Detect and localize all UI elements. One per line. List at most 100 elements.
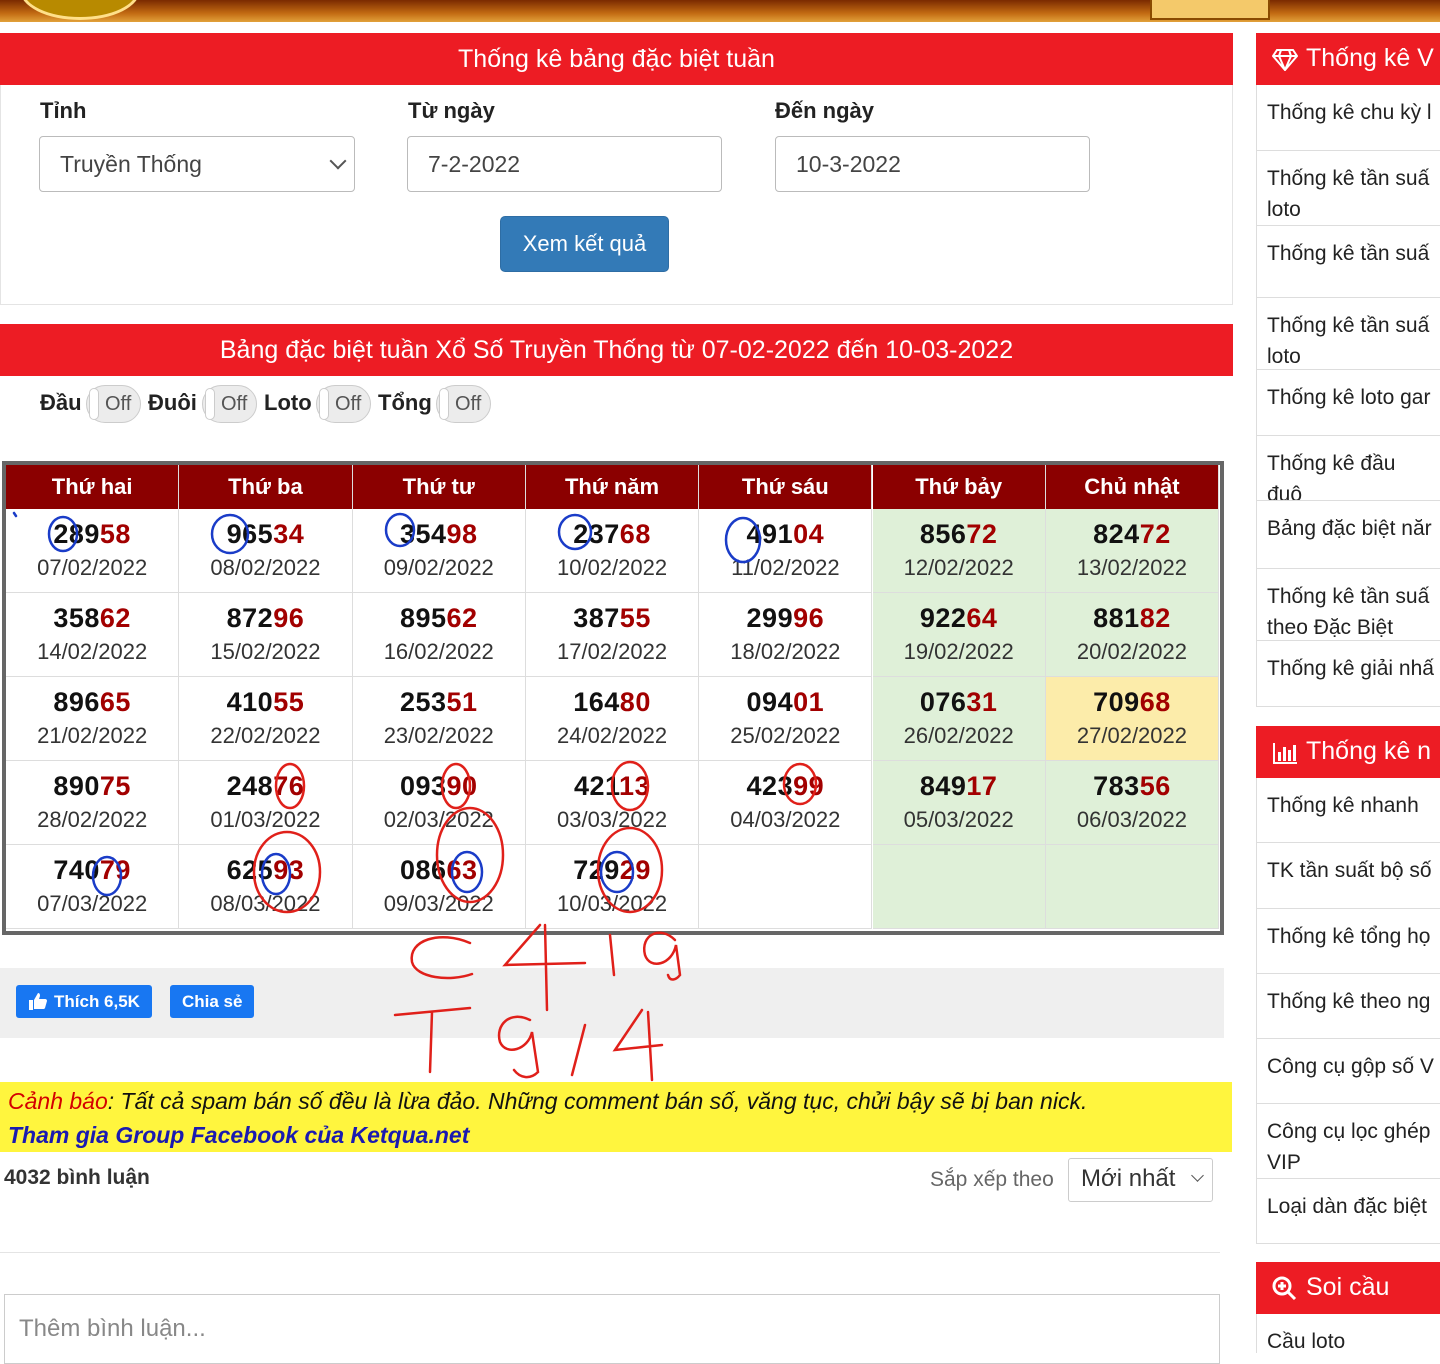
province-select[interactable]: Truyền Thống xyxy=(39,136,355,192)
result-cell xyxy=(872,845,1046,929)
special-prize-number: 41055 xyxy=(179,687,351,717)
number-tail: 72 xyxy=(966,519,998,549)
result-cell xyxy=(699,845,873,929)
comment-placeholder: Thêm bình luận... xyxy=(19,1315,206,1342)
column-header: Thứ hai xyxy=(6,465,180,509)
draw-date: 04/03/2022 xyxy=(730,807,841,832)
toggle-switch[interactable]: Off xyxy=(86,385,141,423)
result-cell: 09390 02/03/2022 xyxy=(352,761,526,845)
column-header: Thứ ba xyxy=(179,465,353,509)
province-value: Truyền Thống xyxy=(60,151,202,177)
special-prize-number: 89075 xyxy=(6,771,178,801)
toggle-knob xyxy=(205,388,215,420)
special-prize-number: 07631 xyxy=(873,687,1045,717)
sidebar-item[interactable]: Công cụ lọc ghép VIP xyxy=(1256,1104,1440,1179)
number-tail: 98 xyxy=(446,519,478,549)
sidebar-item[interactable]: Thống kê tổng họ xyxy=(1256,909,1440,974)
result-cell: 92264 19/02/2022 xyxy=(872,593,1046,677)
toggle-state: Off xyxy=(105,393,132,415)
draw-date: 24/02/2022 xyxy=(556,723,668,748)
number-tail: 63 xyxy=(446,855,478,885)
column-header: Thứ tư xyxy=(352,465,526,509)
to-date-input[interactable]: 10-3-2022 xyxy=(775,136,1090,192)
sidebar-item[interactable]: Thống kê chu kỳ l xyxy=(1256,85,1440,151)
toggle-state: Off xyxy=(335,393,362,415)
sidebar-item[interactable]: Thống kê tần suấ loto xyxy=(1256,151,1440,226)
toggle-label: Tổng xyxy=(378,390,432,415)
to-date-label: Đến ngày xyxy=(775,98,875,123)
view-results-button[interactable]: Xem kết quả xyxy=(500,216,669,272)
sidebar: Thống kê V Thống kê n Soi cầu Thống kê c… xyxy=(1256,33,1440,1353)
sidebar-item[interactable]: Thống kê theo ng xyxy=(1256,974,1440,1039)
sidebar-item[interactable]: Thống kê tần suấ xyxy=(1256,226,1440,298)
toggle-state: Off xyxy=(221,393,248,415)
result-cell: 38755 17/02/2022 xyxy=(525,593,700,677)
warning-message: : Tất cả spam bán số đều là lừa đảo. Nhữ… xyxy=(107,1088,1088,1114)
site-logo xyxy=(20,0,140,20)
result-cell: 42113 03/03/2022 xyxy=(525,761,700,845)
sidebar-item[interactable]: Thống kê giải nhấ xyxy=(1256,641,1440,707)
sidebar-item[interactable]: Thống kê loto gar xyxy=(1256,370,1440,436)
result-cell: 96534 08/02/2022 xyxy=(179,509,353,593)
number-tail: 17 xyxy=(966,771,998,801)
number-tail: 75 xyxy=(99,771,131,801)
sidebar-item[interactable]: Thống kê đầu đuô xyxy=(1256,436,1440,501)
draw-date: 07/02/2022 xyxy=(37,555,148,580)
number-tail: 56 xyxy=(1139,771,1171,801)
toggle-label: Đầu xyxy=(40,390,82,415)
warning-text: Cảnh báo: Tất cả spam bán số đều là lừa … xyxy=(8,1088,1087,1115)
sidebar-item[interactable]: Bảng đặc biệt năr xyxy=(1256,501,1440,569)
sidebar-soi-header: Soi cầu xyxy=(1256,1262,1440,1314)
draw-date: 08/03/2022 xyxy=(210,891,321,916)
draw-date: 10/03/2022 xyxy=(556,891,668,916)
share-label: Chia sẻ xyxy=(182,992,243,1011)
special-prize-number: 42113 xyxy=(526,771,698,801)
result-cell: 87296 15/02/2022 xyxy=(179,593,353,677)
sidebar-item[interactable]: TK tần suất bộ số xyxy=(1256,843,1440,909)
result-cell: 89665 21/02/2022 xyxy=(6,677,180,761)
comment-input[interactable]: Thêm bình luận... xyxy=(4,1294,1220,1364)
special-prize-number: 09390 xyxy=(353,771,525,801)
draw-date: 09/03/2022 xyxy=(383,891,494,916)
toggle-label: Loto xyxy=(264,390,312,415)
sidebar-item[interactable]: Thống kê tần suấ loto xyxy=(1256,298,1440,370)
number-head: 354 xyxy=(399,519,447,549)
number-tail: 55 xyxy=(619,603,651,633)
facebook-share-button[interactable]: Chia sẻ xyxy=(170,985,255,1018)
sidebar-item[interactable]: Loại dàn đặc biệt xyxy=(1256,1179,1440,1244)
number-head: 387 xyxy=(573,603,620,633)
special-prize-number: 92264 xyxy=(873,603,1045,633)
number-head: 881 xyxy=(1093,603,1140,633)
number-tail: 79 xyxy=(99,855,131,885)
number-head: 299 xyxy=(746,603,794,633)
number-head: 237 xyxy=(573,519,620,549)
draw-date: 11/02/2022 xyxy=(731,555,840,580)
sidebar-item[interactable]: Công cụ gộp số V xyxy=(1256,1039,1440,1104)
toggle-switch[interactable]: Off xyxy=(436,385,491,423)
column-header: Thứ năm xyxy=(525,465,700,509)
facebook-like-button[interactable]: Thích 6,5K xyxy=(16,985,152,1018)
result-cell: 07631 26/02/2022 xyxy=(872,677,1046,761)
result-cell: 85672 12/02/2022 xyxy=(872,509,1046,593)
sidebar-item[interactable]: Thống kê tần suấ theo Đặc Biệt xyxy=(1256,569,1440,641)
toggle-switch[interactable]: Off xyxy=(316,385,371,423)
special-prize-number: 28958 xyxy=(6,519,178,549)
draw-date: 15/02/2022 xyxy=(210,639,321,664)
sort-label: Sắp xếp theo xyxy=(930,1168,1054,1191)
number-head: 076 xyxy=(919,687,967,717)
draw-date: 23/02/2022 xyxy=(383,723,494,748)
draw-date: 01/03/2022 xyxy=(210,807,321,832)
sidebar-item[interactable]: Cầu loto xyxy=(1256,1314,1440,1353)
result-cell: 09401 25/02/2022 xyxy=(699,677,873,761)
result-cell: 84917 05/03/2022 xyxy=(872,761,1046,845)
sidebar-item[interactable]: Thống kê nhanh xyxy=(1256,778,1440,843)
facebook-group-link[interactable]: Tham gia Group Facebook của Ketqua.net xyxy=(8,1122,469,1149)
from-date-input[interactable]: 7-2-2022 xyxy=(407,136,722,192)
sort-select[interactable]: Mới nhất xyxy=(1068,1158,1213,1202)
toggle-switch[interactable]: Off xyxy=(202,385,257,423)
draw-date: 13/02/2022 xyxy=(1076,555,1187,580)
draw-date: 06/03/2022 xyxy=(1076,807,1187,832)
number-head: 896 xyxy=(53,687,100,717)
number-tail: 04 xyxy=(793,519,825,549)
sidebar-vip-header: Thống kê V xyxy=(1256,33,1440,85)
